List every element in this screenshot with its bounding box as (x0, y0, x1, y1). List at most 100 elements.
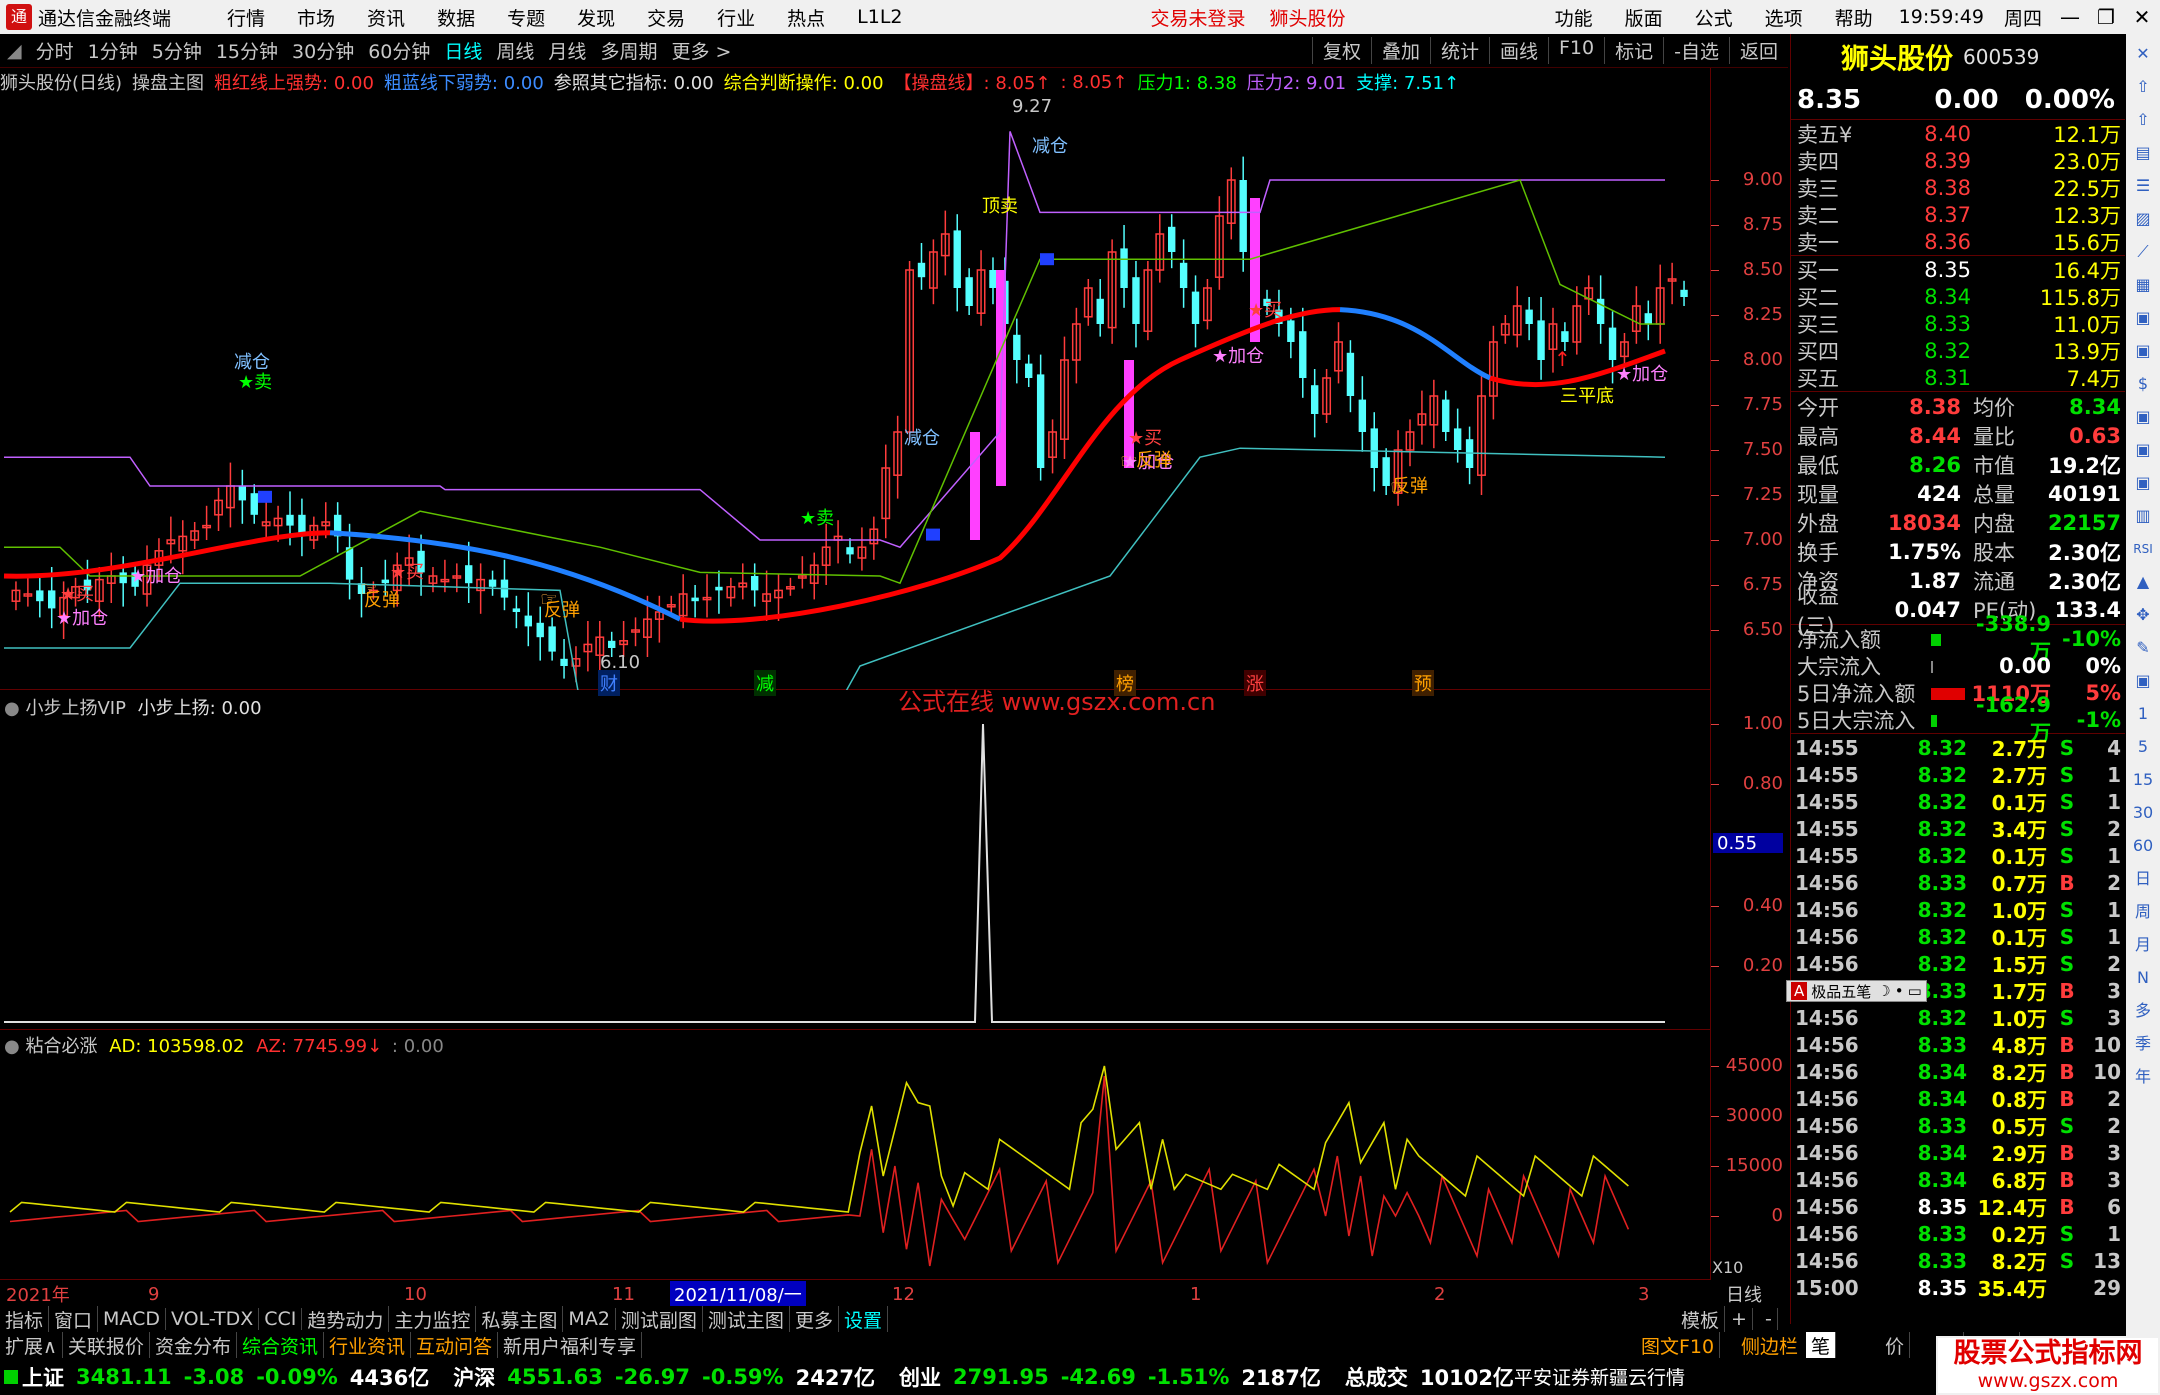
strip-f6-icon[interactable]: ▣ (2129, 668, 2157, 694)
period-1min[interactable]: 1分钟 (81, 37, 145, 64)
strip-60-icon[interactable]: 60 (2129, 833, 2157, 859)
pane2-toggle-icon[interactable]: ● (4, 698, 20, 719)
strip-1-icon[interactable]: 1 (2129, 701, 2157, 727)
strip-doc-icon[interactable]: ▤ (2129, 140, 2157, 166)
strip-f5-icon[interactable]: ▣ (2129, 470, 2157, 496)
ime-moon-icon[interactable]: ☽ (1877, 982, 1890, 1000)
tab-ceshifutu[interactable]: 测试副图 (616, 1305, 703, 1333)
period-5min[interactable]: 5分钟 (145, 37, 209, 64)
tab-jia[interactable]: 价 (1880, 1331, 1911, 1359)
menu-l1l2[interactable]: L1L2 (841, 6, 918, 28)
period-monthly[interactable]: 月线 (541, 37, 593, 64)
strip-5-icon[interactable]: 5 (2129, 734, 2157, 760)
tool-tongji[interactable]: 统计 (1429, 37, 1489, 64)
sub-chart-pane-2[interactable]: ● 粘合必涨 AD: 103598.02 AZ: 7745.99↓ : 0.00… (0, 1030, 1743, 1280)
tab-hangye[interactable]: 行业资讯 (324, 1331, 411, 1359)
pane2-title[interactable]: 小步上扬VIP (25, 698, 125, 719)
strip-up-icon[interactable]: ⇧ (2129, 74, 2157, 100)
bid-row[interactable]: 买三 8.33 11.0万 (1791, 310, 2125, 337)
tab-zhibiao[interactable]: 指标 (0, 1305, 50, 1333)
ime-dot-icon[interactable]: • (1895, 982, 1904, 1000)
strip-rsi-icon[interactable]: RSI (2129, 536, 2157, 562)
hs-name[interactable]: 沪深 (453, 1362, 495, 1392)
menu-faxian[interactable]: 发现 (561, 4, 631, 31)
main-formula-name[interactable]: 操盘主图 (132, 69, 204, 95)
tab-ma2[interactable]: MA2 (563, 1308, 616, 1330)
tab-shezhi[interactable]: 设置 (839, 1305, 888, 1333)
strip-month-icon[interactable]: 月 (2129, 932, 2157, 958)
menu-hangye[interactable]: 行业 (701, 4, 771, 31)
bid-row[interactable]: 买四 8.32 13.9万 (1791, 337, 2125, 364)
tool-zixuan[interactable]: -自选 (1663, 37, 1729, 64)
tool-huaxian[interactable]: 画线 (1488, 37, 1548, 64)
pane3-title[interactable]: 粘合必涨 (25, 1036, 97, 1057)
ask-row[interactable]: 卖四 8.39 23.0万 (1791, 147, 2125, 174)
cy-name[interactable]: 创业 (899, 1362, 941, 1392)
ime-toolbar[interactable]: A 极品五笔 ☽ • ▭ (1786, 980, 1927, 1002)
tab-guanlian[interactable]: 关联报价 (63, 1331, 150, 1359)
tab-gengduo[interactable]: 更多 (790, 1305, 839, 1333)
minimize-icon[interactable]: — (2052, 5, 2088, 29)
restore-icon[interactable]: ❐ (2088, 5, 2124, 29)
menu-xuanxiang[interactable]: 选项 (1749, 4, 1819, 31)
menu-hangqing[interactable]: 行情 (211, 4, 281, 31)
strip-n-icon[interactable]: N (2129, 965, 2157, 991)
strip-close-icon[interactable]: ✕ (2129, 41, 2157, 67)
tab-cci[interactable]: CCI (259, 1308, 303, 1330)
strip-30-icon[interactable]: 30 (2129, 800, 2157, 826)
menu-jiaoyi[interactable]: 交易 (631, 4, 701, 31)
strip-pen-icon[interactable]: ✎ (2129, 635, 2157, 661)
tab-kuozhan[interactable]: 扩展∧ (0, 1331, 63, 1359)
tick-list[interactable]: 14:55 8.32 2.7万 S 4 14:55 8.32 2.7万 S 1 14:55 8.32 0… (1791, 734, 2125, 1302)
strip-trend-icon[interactable]: ⟋ (2129, 239, 2157, 265)
period-weekly[interactable]: 周线 (489, 37, 541, 64)
ask-row[interactable]: 卖二 8.37 12.3万 (1791, 201, 2125, 228)
tab-plus[interactable]: + (1726, 1308, 1753, 1330)
tab-qushi[interactable]: 趋势动力 (302, 1305, 390, 1333)
ask-row[interactable]: 卖一 8.36 15.6万 (1791, 228, 2125, 255)
tab-moban[interactable]: 模板 (1676, 1305, 1726, 1333)
period-60min[interactable]: 60分钟 (361, 37, 437, 64)
sub-chart-pane-1[interactable]: ● 小步上扬VIP 小步上扬: 0.00 (0, 690, 1710, 1030)
bid-row[interactable]: 买五 8.31 7.4万 (1791, 364, 2125, 391)
pane3-toggle-icon[interactable]: ● (4, 1036, 20, 1057)
period-fenshi[interactable]: 分时 (29, 37, 81, 64)
tab-tuwen[interactable]: 图文F10 (1636, 1331, 1721, 1359)
ime-keyboard-icon[interactable]: ▭ (1908, 982, 1922, 1000)
tool-diejia[interactable]: 叠加 (1370, 37, 1430, 64)
menu-gongneng[interactable]: 功能 (1539, 4, 1609, 31)
menu-bangzhu[interactable]: 帮助 (1819, 4, 1889, 31)
period-30min[interactable]: 30分钟 (285, 37, 361, 64)
menu-zhuanti[interactable]: 专题 (491, 4, 561, 31)
menu-shuju[interactable]: 数据 (421, 4, 491, 31)
login-status[interactable]: 交易未登录 (1139, 4, 1258, 31)
strip-bar-icon[interactable]: ▥ (2129, 503, 2157, 529)
strip-grid-icon[interactable]: ▦ (2129, 272, 2157, 298)
strip-15-icon[interactable]: 15 (2129, 767, 2157, 793)
tab-simu[interactable]: 私募主图 (476, 1305, 564, 1333)
tab-ceshizhutu[interactable]: 测试主图 (703, 1305, 790, 1333)
menu-shichang[interactable]: 市场 (281, 4, 351, 31)
menu-gongshi[interactable]: 公式 (1679, 4, 1749, 31)
ask-row[interactable]: 卖五¥ 8.40 12.1万 (1791, 120, 2125, 147)
bid-row[interactable]: 买一 8.35 16.4万 (1791, 256, 2125, 283)
tool-fuquan[interactable]: 复权 (1311, 37, 1371, 64)
close-icon[interactable]: ✕ (2124, 5, 2160, 29)
main-chart-pane[interactable]: ☞ ☞ ☞ ☞ ↑ 9.27 6.10 减仓 ★卖 ★卖 减仓 减仓 顶卖 ★加仓 ★加… (0, 96, 1710, 716)
strip-list-icon[interactable]: ☰ (2129, 173, 2157, 199)
ask-row[interactable]: 卖三 8.38 22.5万 (1791, 174, 2125, 201)
period-15min[interactable]: 15分钟 (209, 37, 285, 64)
strip-f4-icon[interactable]: ▣ (2129, 437, 2157, 463)
strip-chart-icon[interactable]: ▨ (2129, 206, 2157, 232)
period-more[interactable]: 更多 > (664, 37, 738, 64)
strip-up3-icon[interactable]: ▲ (2129, 569, 2157, 595)
tool-fanhui[interactable]: 返回 (1728, 37, 1788, 64)
sh-name[interactable]: 上证 (22, 1362, 64, 1392)
tool-f10[interactable]: F10 (1548, 37, 1604, 64)
tab-hudong[interactable]: 互动问答 (411, 1331, 498, 1359)
tab-zonghe[interactable]: 综合资讯 (237, 1331, 324, 1359)
strip-week-icon[interactable]: 周 (2129, 899, 2157, 925)
bid-row[interactable]: 买二 8.34 115.8万 (1791, 283, 2125, 310)
strip-f3-icon[interactable]: ▣ (2129, 404, 2157, 430)
tab-zhuli[interactable]: 主力监控 (389, 1305, 477, 1333)
